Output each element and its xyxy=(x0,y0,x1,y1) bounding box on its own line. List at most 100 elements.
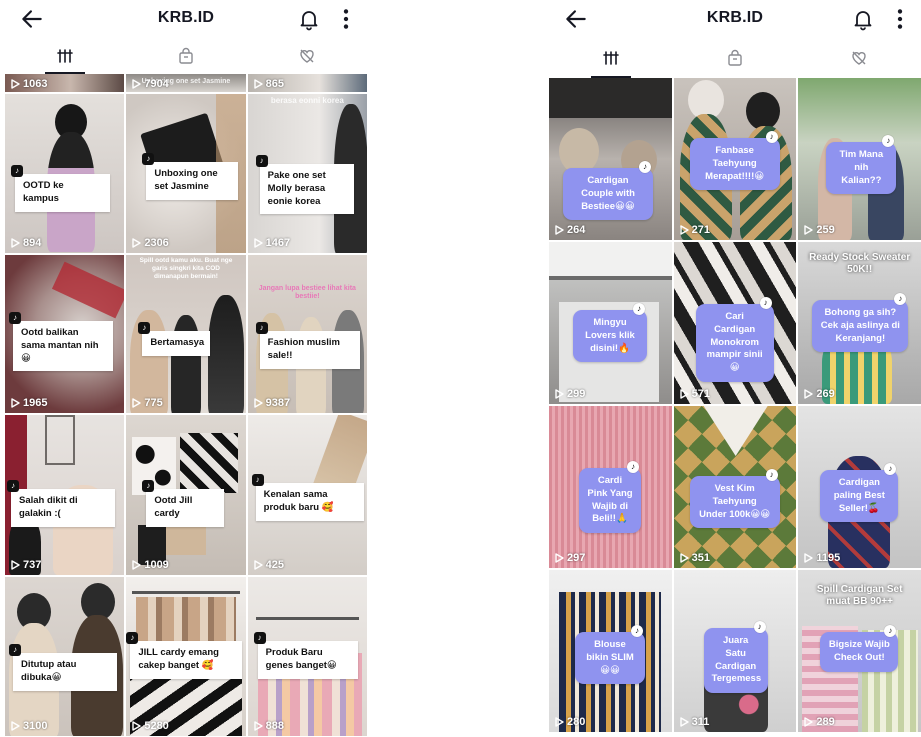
play-icon xyxy=(555,717,564,727)
tab-liked[interactable] xyxy=(797,38,921,78)
more-vertical-icon[interactable] xyxy=(339,6,353,32)
play-icon xyxy=(132,560,142,570)
profile-header: KRB.ID xyxy=(5,0,367,38)
video-tile[interactable]: ♪ Kenalan sama produk baru 🥰 425 xyxy=(247,415,367,575)
tiktok-icon: ♪ xyxy=(7,480,19,492)
more-vertical-icon[interactable] xyxy=(893,6,907,32)
video-tile[interactable]: ♪ Produk Baru genes banget😀 888 xyxy=(247,577,367,736)
play-icon xyxy=(132,398,142,408)
right-screen: KRB.ID ♪ Cardigan Couple with Bestiee😀😀 2… xyxy=(549,0,921,737)
view-count: 1965 xyxy=(23,397,48,409)
video-tile[interactable]: Unboxing one set Jasmine 7904 xyxy=(126,74,246,92)
video-tile[interactable]: ♪ Mingyu Lovers klik disini!🔥 299 xyxy=(549,242,672,404)
view-count: 865 xyxy=(265,78,285,90)
video-tile[interactable]: ♪ OOTD ke kampus 894 xyxy=(5,94,125,253)
video-tile[interactable]: berasa eonni korea ♪ Pake one set Molly b… xyxy=(247,94,367,253)
view-count: 1063 xyxy=(23,78,48,90)
video-tile[interactable]: ♪ Ootd balikan sama mantan nih😀 1965 xyxy=(5,255,125,413)
left-screen: KRB.ID 1063 Unboxing one set Jasmine 790… xyxy=(5,0,367,737)
view-count: 7904 xyxy=(144,78,169,90)
play-icon xyxy=(253,721,263,731)
video-caption: ♪ Fashion muslim sale!! xyxy=(255,322,360,369)
tab-liked[interactable] xyxy=(246,38,367,74)
video-caption: ♪ Cardigan paling Best Seller!🍒 xyxy=(820,463,899,523)
play-icon xyxy=(679,225,689,235)
view-count: 259 xyxy=(816,224,835,236)
video-tile[interactable]: ♪ Ditutup atau dibuka😀 3100 xyxy=(5,577,125,736)
video-tile[interactable]: 865 xyxy=(247,74,367,92)
video-tile[interactable]: ♪ Blouse bikin SLIM😀😀 280 xyxy=(549,570,672,732)
play-icon xyxy=(804,717,814,727)
video-caption: ♪ Cari Cardigan Monokrom mampir sinii😀 xyxy=(695,297,774,383)
tiktok-icon: ♪ xyxy=(627,461,639,473)
shopping-bag-icon xyxy=(179,47,193,64)
overlay-text: Ready Stock Sweater 50K!! xyxy=(809,252,911,275)
play-icon xyxy=(11,560,20,570)
tiktok-icon: ♪ xyxy=(142,153,155,165)
play-icon xyxy=(555,553,564,563)
view-count: 311 xyxy=(691,716,710,728)
video-tile[interactable]: ♪ Cardigan paling Best Seller!🍒 1195 xyxy=(798,406,921,568)
video-caption: ♪ Salah dikit di galakin :( xyxy=(7,480,115,527)
view-count: 1009 xyxy=(144,559,169,571)
video-tile[interactable]: Spill ootd kamu aku. Buat nge garis sing… xyxy=(126,255,246,413)
view-count: 5280 xyxy=(144,720,169,732)
tiktok-icon: ♪ xyxy=(9,312,21,324)
tab-videos[interactable] xyxy=(549,38,673,78)
profile-header: KRB.ID xyxy=(549,0,921,38)
tab-videos[interactable] xyxy=(5,38,126,74)
view-count: 1467 xyxy=(265,237,291,249)
person-figure xyxy=(171,315,202,413)
view-count: 425 xyxy=(265,559,285,571)
video-tile[interactable]: ♪ Ootd Jill cardy 1009 xyxy=(126,415,246,575)
tiktok-icon: ♪ xyxy=(253,632,266,644)
tiktok-icon: ♪ xyxy=(633,303,645,315)
video-tile[interactable]: Jangan lupa bestiee lihat kita bestiie! … xyxy=(247,255,367,413)
tab-shop[interactable] xyxy=(126,38,247,74)
view-count: 9387 xyxy=(265,397,291,409)
grid-icon xyxy=(603,51,619,65)
play-icon xyxy=(11,238,20,248)
video-caption: ♪ Mingyu Lovers klik disini!🔥 xyxy=(573,303,647,363)
view-count: 297 xyxy=(567,552,586,564)
tiktok-icon: ♪ xyxy=(882,135,895,147)
play-icon xyxy=(555,389,564,399)
video-caption: ♪ Ootd balikan sama mantan nih😀 xyxy=(9,312,113,372)
play-icon xyxy=(804,553,814,563)
video-tile[interactable]: ♪ Cari Cardigan Monokrom mampir sinii😀 57… xyxy=(673,242,797,404)
view-count: 1195 xyxy=(816,552,841,564)
video-tile[interactable]: ♪ Vest Kim Taehyung Under 100k😀😀 351 xyxy=(673,406,797,568)
video-tile[interactable]: 1063 xyxy=(5,74,125,92)
video-caption: ♪ Blouse bikin SLIM😀😀 xyxy=(575,625,645,685)
bell-icon[interactable] xyxy=(851,6,875,32)
video-caption: ♪ Fanbase Taehyung Merapat!!!!😀 xyxy=(689,131,780,191)
video-tile[interactable]: ♪ Cardi Pink Yang Wajib di Beli!!🙏 297 xyxy=(549,406,672,568)
view-count: 571 xyxy=(691,388,711,400)
video-tile[interactable]: ♪ Juara Satu Cardigan Tergemess 311 xyxy=(673,570,797,732)
video-tile[interactable]: Spill Cardigan Set muat BB 90++ ♪ Bigsize… xyxy=(798,570,921,732)
tiktok-icon: ♪ xyxy=(894,293,907,305)
video-caption: ♪ JILL cardy emang cakep banget 🥰 xyxy=(126,632,243,679)
view-count: 280 xyxy=(567,716,586,728)
video-tile[interactable]: ♪ Fanbase Taehyung Merapat!!!!😀 271 xyxy=(673,78,797,240)
video-tile[interactable]: Ready Stock Sweater 50K!! ♪ Bohong ga sih… xyxy=(798,242,921,404)
tab-shop[interactable] xyxy=(673,38,797,78)
video-caption: ♪ Pake one set Molly berasa eonie korea xyxy=(255,155,354,215)
play-icon xyxy=(11,79,20,89)
view-count: 2306 xyxy=(144,237,169,249)
video-tile[interactable]: ♪ Cardigan Couple with Bestiee😀😀 264 xyxy=(549,78,672,240)
video-grid: ♪ Cardigan Couple with Bestiee😀😀 264 ♪ Fan… xyxy=(549,78,921,732)
video-tile[interactable]: ♪ Salah dikit di galakin :( 737 xyxy=(5,415,125,575)
play-icon xyxy=(132,238,142,248)
video-tile[interactable]: ♪ Tim Mana nih Kalian?? 259 xyxy=(798,78,921,240)
tiktok-icon: ♪ xyxy=(251,474,264,486)
video-tile[interactable]: ♪ Unboxing one set Jasmine 2306 xyxy=(126,94,246,253)
tiktok-icon: ♪ xyxy=(765,131,778,143)
video-caption: ♪ Kenalan sama produk baru 🥰 xyxy=(251,474,364,521)
clothing-rack xyxy=(132,591,240,594)
video-caption: ♪ Vest Kim Taehyung Under 100k😀😀 xyxy=(689,469,780,529)
bell-icon[interactable] xyxy=(297,6,321,32)
video-tile[interactable]: ♪ JILL cardy emang cakep banget 🥰 5280 xyxy=(126,577,246,736)
play-icon xyxy=(679,389,689,399)
grid-icon xyxy=(57,49,74,63)
